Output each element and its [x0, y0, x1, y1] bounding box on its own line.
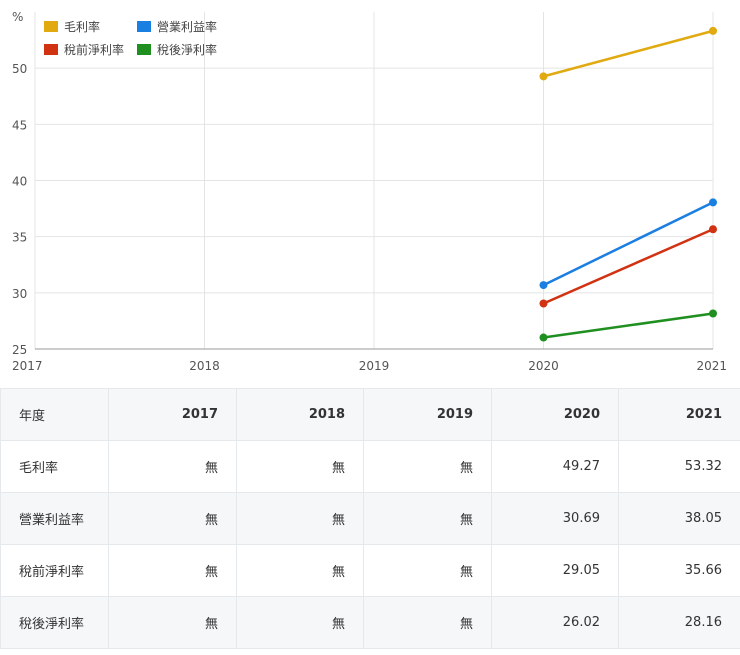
table-cell: 無	[363, 440, 492, 493]
table-cell: 29.05	[491, 544, 619, 597]
legend-item-0[interactable]: 毛利率	[44, 18, 137, 35]
table-cell: 無	[108, 596, 237, 649]
table-cell: 26.02	[491, 596, 619, 649]
table-header-cell: 2020	[491, 388, 619, 441]
table-cell: 無	[236, 440, 364, 493]
x-tick-label: 2019	[359, 359, 390, 373]
table-row: 稅後淨利率 無 無 無 26.02 28.16	[0, 596, 740, 649]
table-cell: 無	[108, 544, 237, 597]
x-tick-label: 2018	[189, 359, 220, 373]
y-tick-label: 30	[12, 287, 27, 301]
y-tick-label: 45	[12, 118, 27, 132]
data-point-0	[709, 26, 717, 35]
table-cell: 30.69	[491, 492, 619, 545]
data-point-3	[539, 333, 548, 342]
legend-swatch-2	[44, 44, 58, 55]
table-row-label: 毛利率	[0, 440, 109, 493]
x-tick-label: 2017	[12, 359, 43, 373]
legend-label-3: 稅後淨利率	[157, 43, 218, 57]
x-tick-label: 2021	[696, 359, 727, 373]
legend-label-2: 稅前淨利率	[64, 43, 125, 57]
series-line-1	[542, 201, 714, 287]
legend-item-1[interactable]: 營業利益率	[137, 18, 237, 35]
legend-item-3[interactable]: 稅後淨利率	[137, 41, 237, 58]
legend-item-2[interactable]: 稅前淨利率	[44, 41, 137, 58]
table-row: 稅前淨利率 無 無 無 29.05 35.66	[0, 544, 740, 597]
data-point-1	[709, 198, 717, 207]
table-cell: 無	[108, 440, 237, 493]
table-header-cell: 2018	[236, 388, 364, 441]
table-cell: 35.66	[618, 544, 740, 597]
table-header-cell: 2021	[618, 388, 740, 441]
chart-legend: 毛利率 營業利益率 稅前淨利率 稅後淨利率	[44, 18, 237, 58]
y-tick-label: 40	[12, 175, 27, 189]
table-header-cell: 2019	[363, 388, 492, 441]
table-cell: 無	[363, 492, 492, 545]
table-cell: 無	[236, 544, 364, 597]
x-tick-label: 2020	[528, 359, 559, 373]
table-cell: 無	[236, 596, 364, 649]
series-line-0	[543, 29, 714, 78]
y-tick-label: 35	[12, 231, 27, 245]
table-row-label: 稅後淨利率	[0, 596, 109, 649]
legend-label-1: 營業利益率	[157, 20, 218, 34]
y-tick-label: 25	[12, 343, 27, 357]
table-cell: 28.16	[618, 596, 740, 649]
table-cell: 無	[363, 544, 492, 597]
data-point-1	[539, 281, 548, 290]
data-point-2	[709, 225, 717, 234]
table-row: 營業利益率 無 無 無 30.69 38.05	[0, 492, 740, 545]
line-chart: 25 30 35 40 45 50% 2017 2018 2019 2020 2021 毛利率 營業…	[0, 0, 740, 385]
table-row-label: 營業利益率	[0, 492, 109, 545]
table-cell: 38.05	[618, 492, 740, 545]
series-line-3	[543, 312, 714, 339]
table-row-label: 稅前淨利率	[0, 544, 109, 597]
y-tick-label: 50	[12, 62, 27, 76]
table-cell: 無	[363, 596, 492, 649]
table-cell: 49.27	[491, 440, 619, 493]
data-point-2	[539, 299, 548, 308]
table-cell: 53.32	[618, 440, 740, 493]
legend-swatch-0	[44, 21, 58, 32]
data-point-0	[539, 72, 548, 81]
data-table: 年度 2017 2018 2019 2020 2021 毛利率 無 無 無 49…	[0, 388, 740, 649]
table-cell: 無	[108, 492, 237, 545]
legend-label-0: 毛利率	[64, 20, 101, 34]
table-header-year: 年度	[0, 388, 109, 441]
table-header-row: 年度 2017 2018 2019 2020 2021	[0, 388, 740, 441]
y-axis-unit-label: %	[12, 10, 23, 24]
table-header-cell: 2017	[108, 388, 237, 441]
legend-swatch-1	[137, 21, 151, 32]
table-row: 毛利率 無 無 無 49.27 53.32	[0, 440, 740, 493]
legend-swatch-3	[137, 44, 151, 55]
data-point-3	[709, 309, 717, 318]
table-cell: 無	[236, 492, 364, 545]
